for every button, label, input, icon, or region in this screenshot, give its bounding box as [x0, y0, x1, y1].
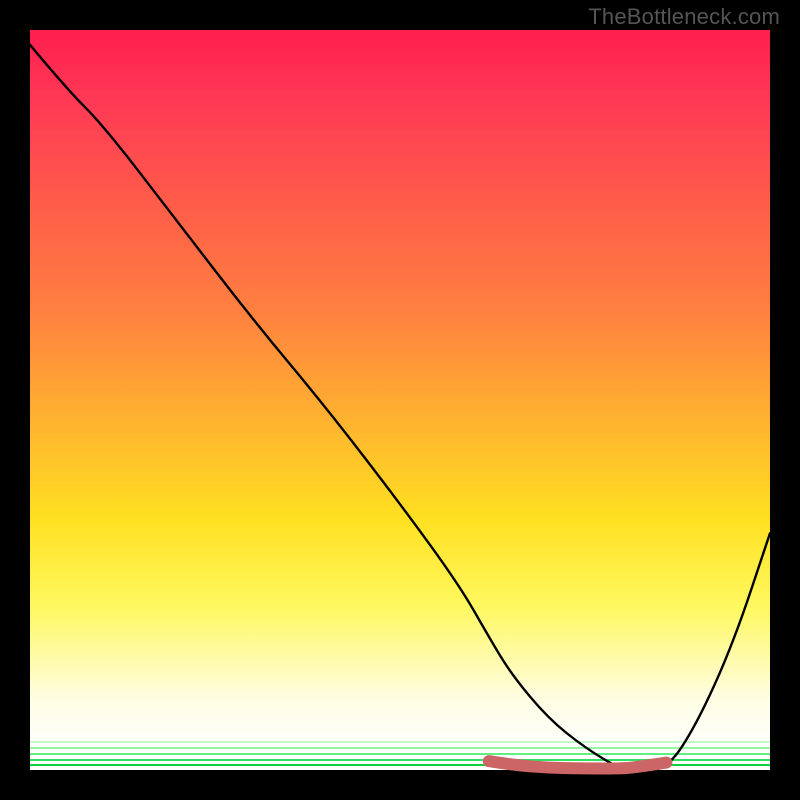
- watermark-text: TheBottleneck.com: [588, 4, 780, 30]
- chart-container: TheBottleneck.com: [0, 0, 800, 800]
- curve-svg: [30, 30, 770, 770]
- plot-area: [30, 30, 770, 770]
- bottleneck-curve: [30, 45, 770, 770]
- flat-zone-highlight: [489, 761, 667, 768]
